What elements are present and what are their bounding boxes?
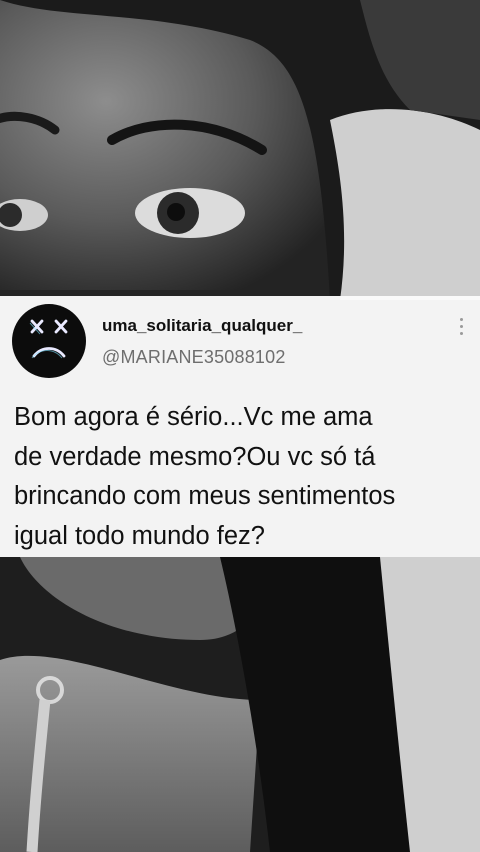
tweet-text-line: de verdade mesmo?Ou vc só tá [14, 442, 376, 471]
more-options-button[interactable] [454, 316, 470, 338]
user-handle[interactable]: @MARIANE35088102 [102, 347, 286, 368]
avatar[interactable] [12, 304, 86, 378]
tweet-text-line: Bom agora é sério...Vc me ama [14, 403, 373, 431]
sad-face-icon [29, 319, 68, 359]
tweet-text: Bom agora é sério...Vc me ama de verdade… [14, 398, 474, 556]
tweet-text-line: brincando com meus sentimentos [14, 482, 396, 510]
username[interactable]: uma_solitaria_qualquer_ [102, 316, 302, 336]
tweet-text-line: igual todo mundo fez? [14, 521, 265, 550]
more-vertical-icon [460, 318, 463, 321]
